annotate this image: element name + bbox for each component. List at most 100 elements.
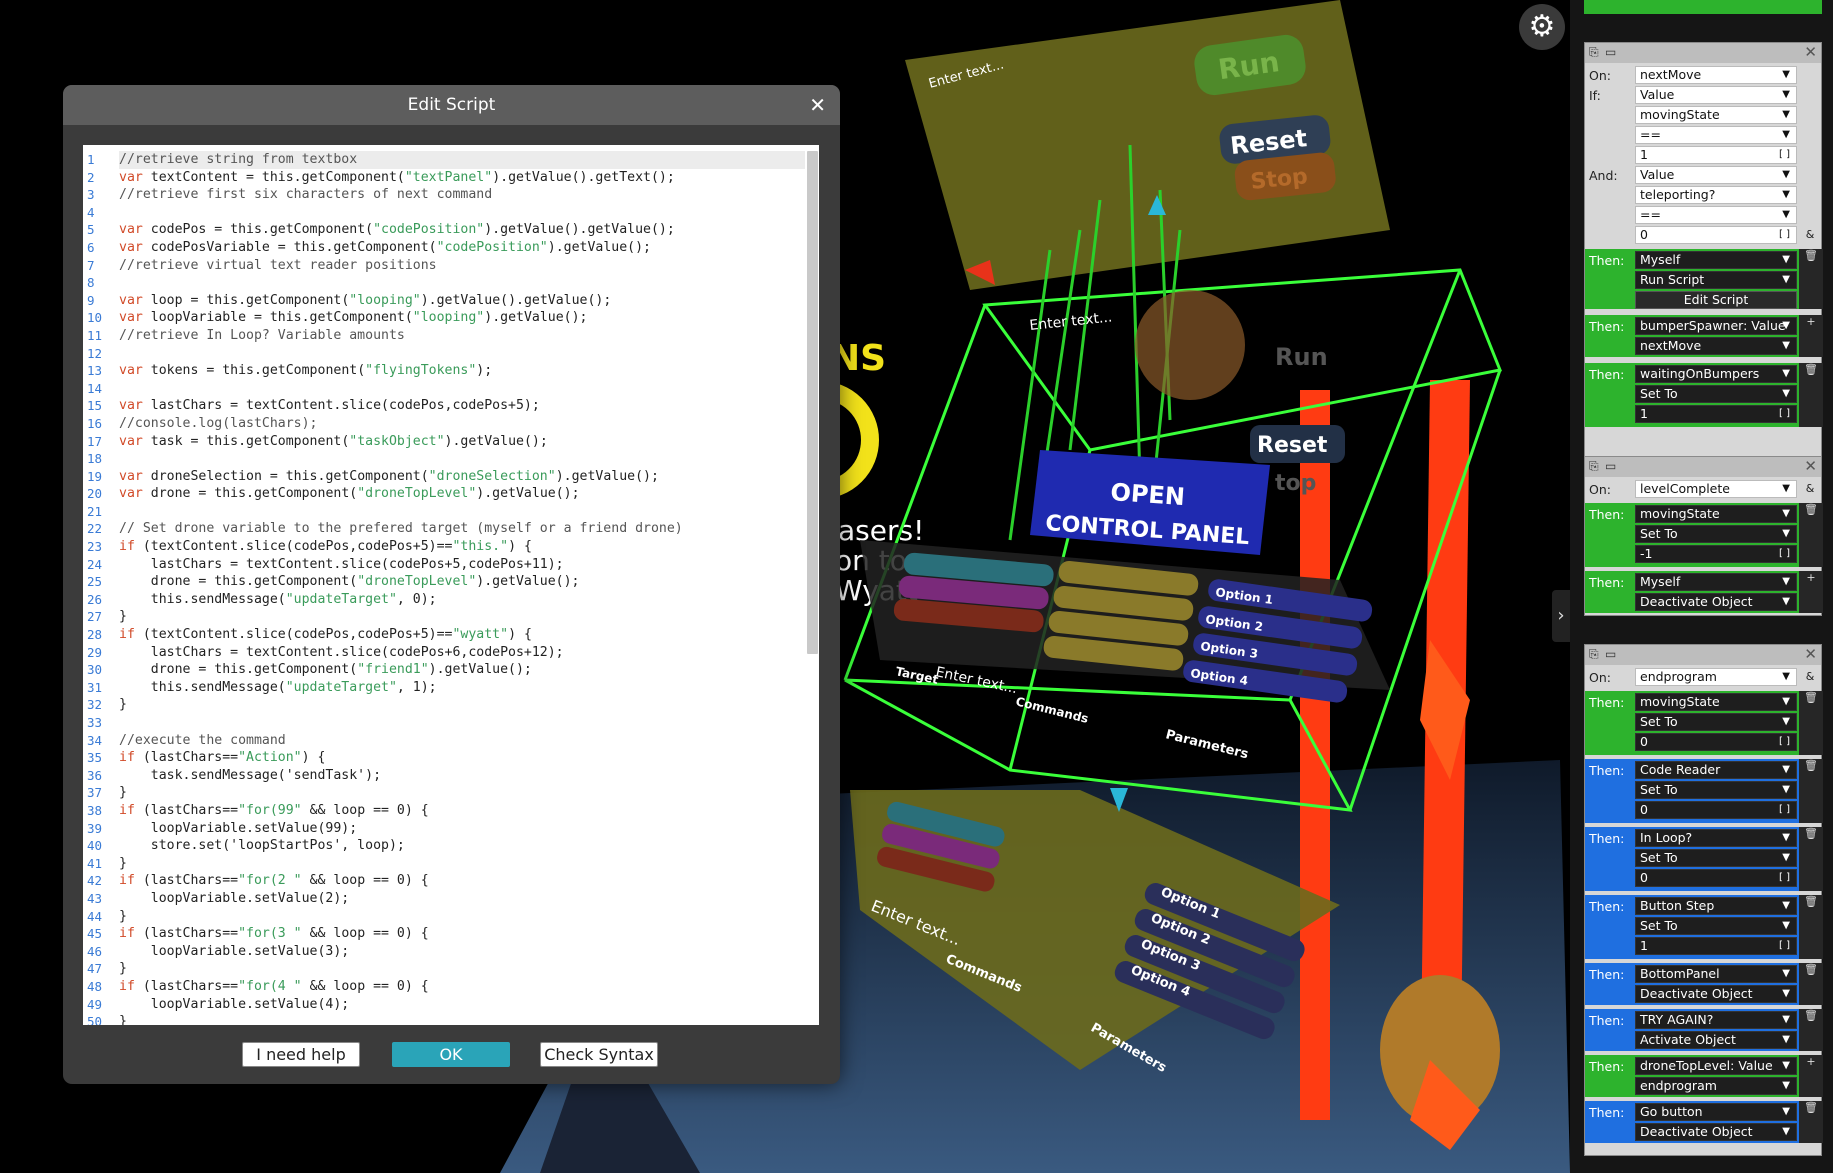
- code-line[interactable]: [119, 345, 805, 363]
- then6-target[interactable]: TRY AGAIN? ▼: [1635, 1011, 1797, 1029]
- then1-tools[interactable]: 🗑: [1799, 249, 1823, 309]
- code-line[interactable]: }: [119, 855, 805, 873]
- code-line[interactable]: [119, 380, 805, 398]
- then1-tools[interactable]: 🗑: [1799, 503, 1823, 567]
- then6-tools[interactable]: 🗑: [1799, 1009, 1823, 1051]
- if-value-field[interactable]: 1[ ]: [1635, 146, 1797, 164]
- then2-target[interactable]: Myself ▼: [1635, 573, 1797, 591]
- then3-target[interactable]: In Loop? ▼: [1635, 829, 1797, 847]
- help-button[interactable]: I need help: [242, 1042, 360, 1067]
- then1-target[interactable]: movingState ▼: [1635, 693, 1797, 711]
- add-condition-button[interactable]: &: [1801, 668, 1819, 686]
- and-variable-field[interactable]: teleporting? ▼: [1635, 186, 1797, 204]
- code-line[interactable]: [119, 274, 805, 292]
- code-line[interactable]: store.set('loopStartPos', loop);: [119, 837, 805, 855]
- then1-tools[interactable]: 🗑: [1799, 691, 1823, 755]
- comment-icon[interactable]: ▭: [1605, 459, 1616, 473]
- code-editor[interactable]: 1 2 3 4 5 6 7 8 9 10 11 12 13 14 15 16 17 18 19 20 21 22 23 24 2…: [83, 145, 819, 1025]
- then1-action[interactable]: Set To ▼: [1635, 525, 1797, 543]
- copy-icon[interactable]: ⎘: [1589, 459, 1599, 474]
- code-line[interactable]: [119, 204, 805, 222]
- code-line[interactable]: var loopVariable = this.getComponent("lo…: [119, 309, 805, 327]
- then5-target[interactable]: BottomPanel ▼: [1635, 965, 1797, 983]
- then1-target[interactable]: Myself ▼: [1635, 251, 1797, 269]
- code-line[interactable]: loopVariable.setValue(99);: [119, 820, 805, 838]
- code-line[interactable]: var lastChars = textContent.slice(codePo…: [119, 397, 805, 415]
- then5-tools[interactable]: 🗑: [1799, 963, 1823, 1005]
- code-line[interactable]: if (lastChars=="for(3 " && loop == 0) {: [119, 925, 805, 943]
- scene-run-mid[interactable]: Run: [1275, 343, 1328, 371]
- on-trigger-field[interactable]: nextMove ▼: [1635, 66, 1797, 84]
- scene-stop-mid[interactable]: top: [1275, 471, 1316, 496]
- then1-value[interactable]: -1[ ]: [1635, 545, 1797, 563]
- collapse-panel-handle[interactable]: ›: [1552, 590, 1570, 642]
- code-line[interactable]: }: [119, 784, 805, 802]
- and-operator-field[interactable]: == ▼: [1635, 206, 1797, 224]
- code-line[interactable]: this.sendMessage("updateTarget", 0);: [119, 591, 805, 609]
- then3-action[interactable]: Set To ▼: [1635, 385, 1797, 403]
- then8-action[interactable]: Deactivate Object ▼: [1635, 1123, 1797, 1141]
- copy-icon[interactable]: ⎘: [1589, 45, 1599, 60]
- if-variable-field[interactable]: movingState ▼: [1635, 106, 1797, 124]
- code-line[interactable]: var tokens = this.getComponent("flyingTo…: [119, 362, 805, 380]
- code-line[interactable]: lastChars = textContent.slice(codePos+6,…: [119, 644, 805, 662]
- code-line[interactable]: if (lastChars=="for(99" && loop == 0) {: [119, 802, 805, 820]
- code-line[interactable]: loopVariable.setValue(4);: [119, 996, 805, 1014]
- code-line[interactable]: }: [119, 696, 805, 714]
- if-operator-field[interactable]: == ▼: [1635, 126, 1797, 144]
- code-line[interactable]: loopVariable.setValue(3);: [119, 943, 805, 961]
- then3-target[interactable]: waitingOnBumpers ▼: [1635, 365, 1797, 383]
- close-icon[interactable]: ✕: [809, 85, 826, 125]
- scene-reset-mid[interactable]: Reset: [1257, 433, 1328, 458]
- then2-tools[interactable]: 🗑: [1799, 759, 1823, 823]
- code-line[interactable]: //execute the command: [119, 732, 805, 750]
- close-card-icon[interactable]: ✕: [1804, 43, 1817, 61]
- code-line[interactable]: [119, 503, 805, 521]
- then8-target[interactable]: Go button ▼: [1635, 1103, 1797, 1121]
- ok-button[interactable]: OK: [392, 1042, 510, 1067]
- then4-action[interactable]: Set To ▼: [1635, 917, 1797, 935]
- then2-action[interactable]: Deactivate Object ▼: [1635, 593, 1797, 611]
- code-line[interactable]: //retrieve string from textbox: [119, 151, 805, 169]
- then1-value[interactable]: 0[ ]: [1635, 733, 1797, 751]
- and-field[interactable]: Value ▼: [1635, 166, 1797, 184]
- edit-script-button[interactable]: Edit Script: [1635, 291, 1797, 309]
- comment-icon[interactable]: ▭: [1605, 647, 1616, 661]
- then2-tools[interactable]: +: [1799, 315, 1823, 357]
- then4-tools[interactable]: 🗑: [1799, 895, 1823, 959]
- code-line[interactable]: drone = this.getComponent("droneTopLevel…: [119, 573, 805, 591]
- editor-scrollbar[interactable]: [807, 151, 818, 654]
- then3-value[interactable]: 0[ ]: [1635, 869, 1797, 887]
- add-condition-button[interactable]: &: [1801, 480, 1819, 498]
- if-field[interactable]: Value ▼: [1635, 86, 1797, 104]
- copy-icon[interactable]: ⎘: [1589, 647, 1599, 662]
- check-syntax-button[interactable]: Check Syntax: [540, 1042, 658, 1067]
- then2-target[interactable]: Code Reader ▼: [1635, 761, 1797, 779]
- code-line[interactable]: if (textContent.slice(codePos,codePos+5)…: [119, 538, 805, 556]
- then2-value[interactable]: 0[ ]: [1635, 801, 1797, 819]
- then1-target[interactable]: movingState ▼: [1635, 505, 1797, 523]
- then7-action[interactable]: endprogram ▼: [1635, 1077, 1797, 1095]
- on-trigger-field[interactable]: levelComplete ▼: [1635, 480, 1797, 498]
- then2-action[interactable]: Set To ▼: [1635, 781, 1797, 799]
- then3-value[interactable]: 1[ ]: [1635, 405, 1797, 423]
- code-line[interactable]: //retrieve first six characters of next …: [119, 186, 805, 204]
- code-line[interactable]: var loop = this.getComponent("looping").…: [119, 292, 805, 310]
- code-line[interactable]: [119, 450, 805, 468]
- code-line[interactable]: var droneSelection = this.getComponent("…: [119, 468, 805, 486]
- code-line[interactable]: }: [119, 608, 805, 626]
- code-line[interactable]: if (textContent.slice(codePos,codePos+5)…: [119, 626, 805, 644]
- code-line[interactable]: drone = this.getComponent("friend1").get…: [119, 661, 805, 679]
- then4-value[interactable]: 1[ ]: [1635, 937, 1797, 955]
- code-line[interactable]: //console.log(lastChars);: [119, 415, 805, 433]
- code-line[interactable]: var textContent = this.getComponent("tex…: [119, 169, 805, 187]
- code-line[interactable]: }: [119, 908, 805, 926]
- code-line[interactable]: }: [119, 960, 805, 978]
- on-trigger-field[interactable]: endprogram ▼: [1635, 668, 1797, 686]
- code-line[interactable]: if (lastChars=="Action") {: [119, 749, 805, 767]
- then6-action[interactable]: Activate Object ▼: [1635, 1031, 1797, 1049]
- code-line[interactable]: var task = this.getComponent("taskObject…: [119, 433, 805, 451]
- code-line[interactable]: // Set drone variable to the prefered ta…: [119, 520, 805, 538]
- code-line[interactable]: lastChars = textContent.slice(codePos+5,…: [119, 556, 805, 574]
- add-condition-button[interactable]: &: [1801, 226, 1819, 244]
